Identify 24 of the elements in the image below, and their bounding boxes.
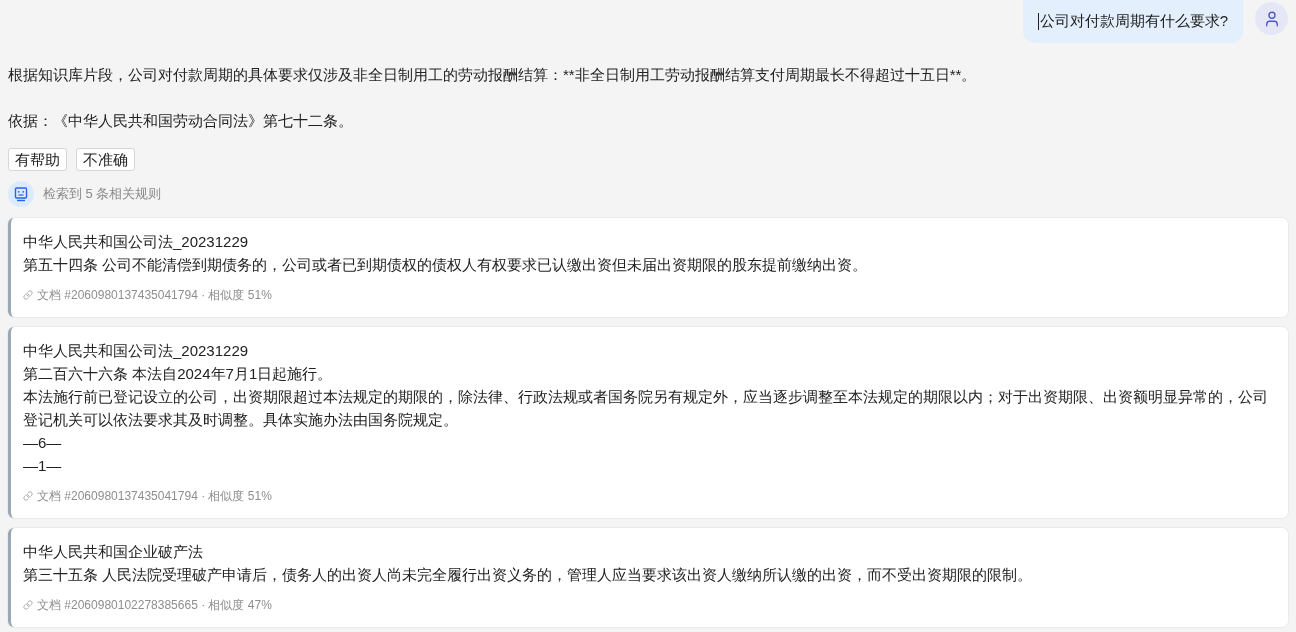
user-avatar-icon	[1255, 2, 1288, 35]
reference-title: 中华人民共和国公司法_20231229	[23, 232, 250, 252]
reference-text: 第五十四条 公司不能清偿到期债务的，公司或者已到期债权的债权人有权要求已认缴出资但未届出资期限的股东提前缴纳出资。	[23, 255, 869, 275]
reference-text: —1—	[23, 456, 63, 476]
link-icon	[23, 491, 33, 501]
reference-text: —6—	[23, 433, 63, 453]
bot-icon	[8, 181, 34, 207]
link-icon	[23, 600, 33, 610]
feedback-button[interactable]: 有帮助	[8, 148, 67, 171]
answer-paragraph: 根据知识库片段，公司对付款周期的具体要求仅涉及非全日制用工的劳动报酬结算：**非全日制用工劳动报酬结算支付周期最长不得超过十五日**。	[8, 65, 978, 85]
feedback-button[interactable]: 不准确	[76, 148, 135, 171]
reference-meta: 文档 #2060980102278385665 · 相似度 47%	[37, 597, 272, 614]
reference-title: 中华人民共和国公司法_20231229	[23, 341, 250, 361]
reference-text: 本法施行前已登记设立的公司，出资期限超过本法规定的期限的，除法律、行政法规或者国务院另有规定外，应当逐步调整至本法规定的期限以内；对于出资期限、出资额明显异常的，公司登记机关可以依法要求其及时调整。具体实施办法由国务院规定。	[23, 387, 1269, 430]
user-message-text: 公司对付款周期有什么要求?	[1039, 11, 1228, 32]
text-cursor	[1037, 13, 1039, 30]
reference-text: 第三十五条 人民法院受理破产申请后，债务人的出资人尚未完全履行出资义务的，管理人应当要求该出资人缴纳所认缴的出资，而不受出资期限的限制。	[23, 565, 1034, 585]
retrieval-summary: 检索到 5 条相关规则	[43, 185, 162, 204]
reference-meta: 文档 #2060980137435041794 · 相似度 51%	[37, 488, 272, 505]
reference-text: 第二百六十六条 本法自2024年7月1日起施行。	[23, 364, 334, 384]
link-icon	[23, 290, 33, 300]
reference-meta: 文档 #2060980137435041794 · 相似度 51%	[37, 287, 272, 304]
reference-title: 中华人民共和国企业破产法	[23, 542, 204, 562]
answer-paragraph: 依据：《中华人民共和国劳动合同法》第七十二条。	[8, 111, 354, 131]
